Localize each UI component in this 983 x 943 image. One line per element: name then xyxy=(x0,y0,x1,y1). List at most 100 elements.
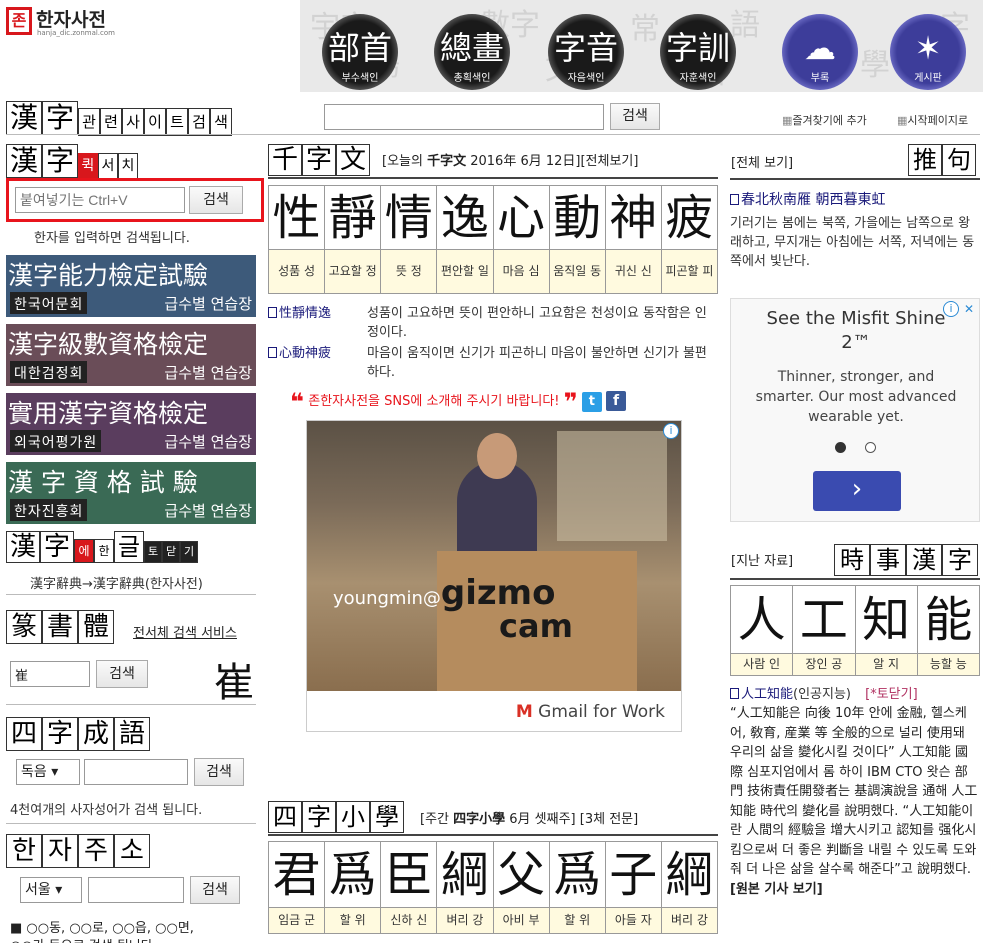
hanja-cell[interactable]: 靜 xyxy=(324,185,382,250)
thousand-all-link[interactable]: [전체보기] xyxy=(580,154,638,169)
title-tile: 字 xyxy=(302,801,336,833)
header-date: 2016年 6月 12日] xyxy=(466,154,581,169)
address-input[interactable] xyxy=(88,877,184,903)
dict-promo-caption[interactable]: 漢字辭典→漢字辭典(한자사전) xyxy=(30,573,203,592)
verse-phrase-link[interactable]: 性靜情逸 xyxy=(268,304,331,323)
exam-link[interactable]: 급수별 연습장 xyxy=(164,362,252,383)
idiom-search-button[interactable]: 검색 xyxy=(194,758,244,786)
hanja-cell[interactable]: 爲 xyxy=(548,841,606,908)
ad-misfit[interactable]: See the Misfit Shine 2™ Thinner, stronge… xyxy=(730,298,980,522)
exam-title: 漢 字 資 格 試 驗 xyxy=(8,468,198,497)
hanja-cell[interactable]: 動 xyxy=(548,185,606,250)
exam-banner-1[interactable]: 漢字能力檢定試驗 한국어문회 급수별 연습장 xyxy=(6,255,256,317)
homepage-link[interactable]: ▦시작페이지로 xyxy=(897,112,968,128)
ad-body: Thinner, stronger, and smarter. Our most… xyxy=(755,369,957,425)
title-tile: 語 xyxy=(114,717,150,751)
title-tile: 서 xyxy=(98,153,118,179)
title-tile: 體 xyxy=(78,610,114,644)
address-select[interactable]: 서울 ▾ xyxy=(20,877,82,903)
bookmark-link[interactable]: ▦즐겨찾기에 추가 xyxy=(782,112,867,128)
news-archive-link[interactable]: [지난 자료] xyxy=(731,550,793,569)
nav-board[interactable]: ✶ 게시판 xyxy=(890,14,966,90)
nav-stroke-index[interactable]: 總畫 총획색인 xyxy=(434,14,510,90)
exam-banner-2[interactable]: 漢字級數資格檢定 대한검정회 급수별 연습장 xyxy=(6,324,256,386)
hanja-cell[interactable]: 神 xyxy=(604,185,662,250)
idiom-input[interactable] xyxy=(84,759,188,785)
divider xyxy=(268,834,718,836)
title-tile: 자 xyxy=(42,834,78,868)
ad-dot-active[interactable] xyxy=(835,442,846,453)
meaning-cell: 신하 신 xyxy=(380,907,438,934)
quick-search-button[interactable]: 검색 xyxy=(189,186,243,214)
header-text: [주간 xyxy=(420,812,454,827)
verse-phrase-link[interactable]: 心動神疲 xyxy=(268,344,331,363)
hanja-cell[interactable]: 逸 xyxy=(436,185,494,250)
title-tile: 四 xyxy=(6,717,42,751)
seal-service-label[interactable]: 전서체 검색 서비스 xyxy=(133,622,237,641)
hanja-cell[interactable]: 疲 xyxy=(660,185,719,250)
proverb-phrase-link[interactable]: 春北秋南雁 朝西暮東虹 xyxy=(730,189,885,209)
nav-radical-index[interactable]: 部首 부수색인 xyxy=(322,14,398,90)
hanja-cell[interactable]: 人 xyxy=(729,585,794,654)
nav-meaning-index[interactable]: 字訓 자훈색인 xyxy=(660,14,736,90)
ad-info-icon[interactable]: i xyxy=(663,423,679,439)
twitter-icon[interactable]: t xyxy=(581,392,602,412)
exam-banner-4[interactable]: 漢 字 資 格 試 驗 한자진흥회 급수별 연습장 xyxy=(6,462,256,524)
news-body: “人工知能은 向後 10年 안에 金融, 헬스케어, 敎育, 産業 等 全般的으… xyxy=(730,704,980,943)
site-logo[interactable]: 존 한자사전 hanja_dic.zonmal.com xyxy=(6,5,116,41)
title-tile: 기 xyxy=(180,541,198,563)
hanja-cell[interactable]: 綱 xyxy=(436,841,494,908)
facebook-icon[interactable]: f xyxy=(606,391,627,411)
news-toggle-link[interactable]: [*토닫기] xyxy=(865,687,918,702)
hanja-cell[interactable]: 父 xyxy=(492,841,550,908)
hanja-cell[interactable]: 能 xyxy=(916,585,981,654)
hanja-cell[interactable]: 工 xyxy=(792,585,856,654)
title-tile: 漢 xyxy=(906,544,942,576)
hanja-cell[interactable]: 知 xyxy=(854,585,918,654)
ad-footer: M Gmail for Work xyxy=(307,691,681,731)
hanja-cell[interactable]: 綱 xyxy=(660,841,719,908)
news-original-link[interactable]: [원본 기사 보기] xyxy=(730,882,823,897)
exam-banner-3[interactable]: 實用漢字資格檢定 외국어평가원 급수별 연습장 xyxy=(6,393,256,455)
hanja-cell[interactable]: 心 xyxy=(492,185,550,250)
seal-input[interactable] xyxy=(10,661,90,687)
hanja-cell[interactable]: 性 xyxy=(267,185,326,250)
hanja-cell[interactable]: 爲 xyxy=(324,841,382,908)
title-tile: 치 xyxy=(118,153,138,179)
person-head xyxy=(477,433,517,479)
related-search-button[interactable]: 검색 xyxy=(610,103,660,130)
idiom-select[interactable]: 독음 ▾ xyxy=(16,759,80,785)
news-headline-text: 人工知能 xyxy=(741,687,794,702)
close-icon[interactable]: ✕ xyxy=(961,301,977,317)
ad-info-icon[interactable]: i xyxy=(943,301,959,317)
title-tile: 검 xyxy=(188,108,210,136)
quick-search-input[interactable] xyxy=(15,187,185,213)
nav-sound-index[interactable]: 字音 자음색인 xyxy=(548,14,624,90)
exam-title: 漢字級數資格檢定 xyxy=(8,330,209,359)
meaning-cell: 성품 성 xyxy=(267,249,326,294)
hanja-cell[interactable]: 情 xyxy=(380,185,438,250)
sohak-full-link[interactable]: [3체 전문] xyxy=(580,812,638,827)
hanja-cell[interactable]: 君 xyxy=(267,841,326,908)
logo-mark: 존 xyxy=(6,7,32,35)
idiom-title: 四字成語 xyxy=(6,717,150,751)
exam-link[interactable]: 급수별 연습장 xyxy=(164,500,252,521)
ad-next-button[interactable]: › xyxy=(813,471,901,511)
dict-promo[interactable]: 漢字에한글토닫기 xyxy=(6,531,198,563)
nav-caption: 부수색인 xyxy=(341,73,379,84)
ad-dot[interactable] xyxy=(865,442,876,453)
hanja-cell[interactable]: 臣 xyxy=(380,841,438,908)
divider xyxy=(730,578,980,580)
proverb-all-link[interactable]: [전체 보기] xyxy=(731,152,793,171)
title-tile: 토 xyxy=(144,541,162,563)
ad-brand-name-2: cam xyxy=(499,607,573,645)
ad-gizmocam[interactable]: youngmin@gizmo cam M Gmail for Work i xyxy=(306,420,682,732)
news-headline-link[interactable]: 人工知能 xyxy=(730,687,793,702)
address-search-button[interactable]: 검색 xyxy=(190,876,240,904)
exam-link[interactable]: 급수별 연습장 xyxy=(164,431,252,452)
nav-appendix[interactable]: ☁ 부록 xyxy=(782,14,858,90)
hanja-cell[interactable]: 子 xyxy=(604,841,662,908)
exam-link[interactable]: 급수별 연습장 xyxy=(164,293,252,314)
related-search-input[interactable] xyxy=(324,104,604,130)
seal-search-button[interactable]: 검색 xyxy=(96,660,148,688)
